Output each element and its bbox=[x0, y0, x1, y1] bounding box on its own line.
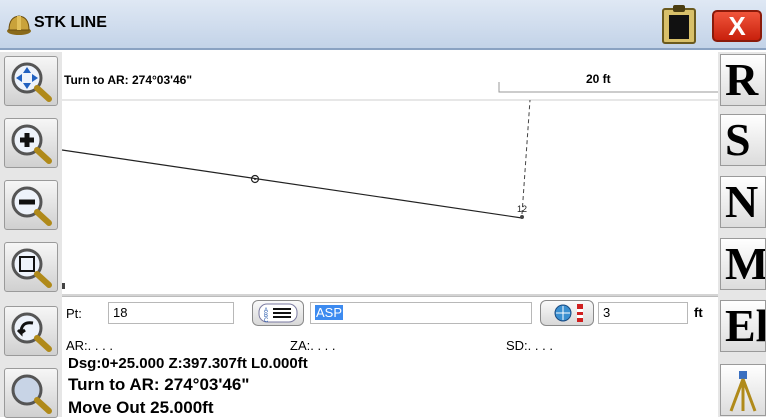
right-toolbar: R S N M El bbox=[718, 52, 766, 417]
toolbar-s-button[interactable]: S bbox=[720, 114, 766, 166]
point-12-marker bbox=[520, 215, 524, 219]
zoom-window-icon bbox=[11, 374, 52, 414]
zoom-in-icon bbox=[11, 124, 52, 164]
map-view[interactable]: Turn to AR: 274°03'46" 20 ft 12 bbox=[62, 52, 718, 296]
zoom-previous-button[interactable] bbox=[4, 306, 58, 356]
code-list-button[interactable]: A B C bbox=[252, 300, 304, 326]
zoom-out-button[interactable] bbox=[4, 180, 58, 230]
toolbar-el-button[interactable]: El bbox=[720, 300, 766, 352]
description-code-field[interactable]: ASP bbox=[310, 302, 532, 324]
target-prism-icon bbox=[554, 304, 583, 322]
zoom-previous-icon bbox=[11, 312, 52, 352]
zoom-extents-button[interactable] bbox=[4, 242, 58, 292]
sd-readout: SD:. . . . bbox=[506, 338, 553, 353]
point-12-label: 12 bbox=[517, 204, 527, 214]
stake-info-panel: Pt: 18 A B C ASP 3 ft AR:. . . . ZA:. . … bbox=[62, 296, 718, 418]
design-readout: Dsg:0+25.000 Z:397.307ft L0.000ft bbox=[68, 355, 308, 372]
zoom-out-icon bbox=[11, 186, 52, 226]
notes-button[interactable] bbox=[662, 5, 696, 44]
stake-line bbox=[62, 149, 523, 219]
height-unit-label: ft bbox=[694, 305, 703, 320]
direction-dashed-line bbox=[521, 99, 531, 215]
map-canvas: 12 bbox=[62, 82, 718, 296]
zoom-window-button[interactable] bbox=[4, 368, 58, 418]
pan-zoom-button[interactable] bbox=[4, 56, 58, 106]
point-label: Pt: bbox=[66, 306, 82, 321]
window-title: STK LINE bbox=[34, 14, 107, 31]
move-instruction: Move Out 25.000ft bbox=[68, 398, 214, 417]
toolbar-r-button[interactable]: R bbox=[720, 54, 766, 106]
hard-hat-icon bbox=[7, 15, 31, 35]
svg-text:C: C bbox=[264, 318, 269, 324]
zoom-extents-icon bbox=[11, 248, 52, 288]
turn-instruction: Turn to AR: 274°03'46" bbox=[68, 375, 250, 394]
ar-readout: AR:. . . . bbox=[66, 338, 113, 353]
toolbar-m-button[interactable]: M bbox=[720, 238, 766, 290]
toolbar-n-button[interactable]: N bbox=[720, 176, 766, 228]
rod-height-field[interactable]: 3 bbox=[598, 302, 688, 324]
close-button[interactable]: X bbox=[712, 10, 762, 42]
za-readout: ZA:. . . . bbox=[290, 338, 336, 353]
clipboard-icon bbox=[673, 5, 685, 12]
pan-zoom-icon bbox=[11, 62, 52, 102]
code-list-icon: A B C bbox=[258, 303, 298, 324]
rod-height-button[interactable] bbox=[540, 300, 594, 326]
point-number-field[interactable]: 18 bbox=[108, 302, 234, 324]
tripod-icon bbox=[729, 371, 757, 412]
zoom-in-button[interactable] bbox=[4, 118, 58, 168]
left-toolbar bbox=[0, 52, 62, 418]
title-bar: STK LINE X bbox=[0, 0, 766, 50]
instrument-setup-button[interactable] bbox=[720, 364, 766, 416]
scale-bar bbox=[498, 82, 718, 93]
